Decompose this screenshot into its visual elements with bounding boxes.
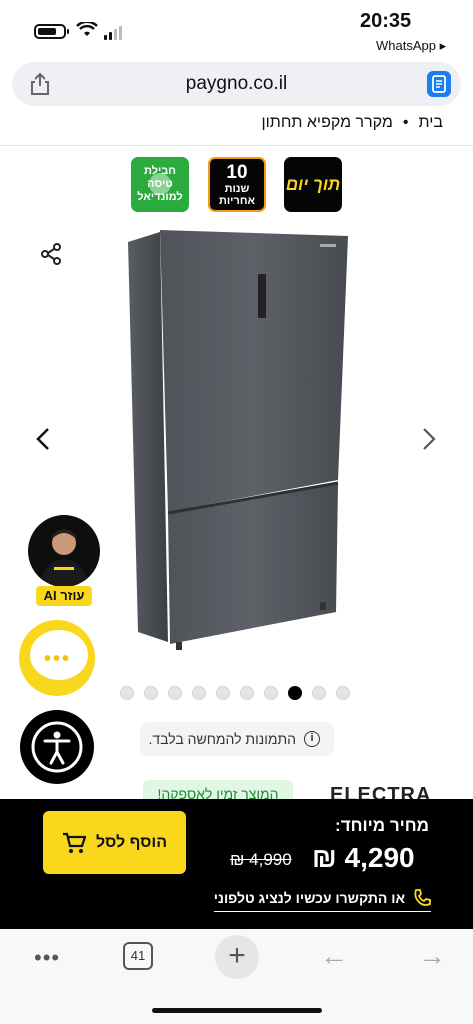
warranty-years: 10 — [226, 161, 248, 183]
badge-same-day: תוך יום — [284, 157, 342, 212]
image-disclaimer-text: התמונות להמחשה בלבד. — [148, 731, 296, 747]
share-icon[interactable] — [40, 243, 62, 265]
tabs-button[interactable]: 41 — [123, 942, 153, 970]
image-disclaimer: i התמונות להמחשה בלבד. — [140, 722, 334, 756]
back-to-app-link[interactable]: WhatsApp ▸ — [376, 38, 446, 54]
info-icon: i — [304, 731, 320, 747]
breadcrumb-separator: • — [402, 114, 409, 131]
gallery-dot[interactable] — [264, 686, 278, 700]
call-agent-text: או התקשרו עכשיו לנציג טלפוני — [213, 890, 405, 906]
home-indicator — [152, 1008, 322, 1013]
gallery-dot[interactable] — [288, 686, 302, 700]
forward-arrow-icon[interactable]: → — [418, 940, 446, 972]
product-image[interactable] — [120, 222, 360, 652]
gallery-dot[interactable] — [120, 686, 134, 700]
url-text[interactable]: paygno.co.il — [0, 73, 473, 95]
badge-same-day-label: תוך יום — [285, 174, 341, 194]
phone-icon — [414, 889, 431, 906]
chevron-left-icon[interactable] — [34, 426, 52, 452]
call-agent-link[interactable]: או התקשרו עכשיו לנציג טלפוני — [213, 889, 431, 912]
chat-dots: ••• — [44, 648, 72, 670]
signal-icon — [104, 26, 122, 40]
status-time: 20:35 — [360, 10, 412, 32]
add-to-cart-button[interactable]: הוסף לסל — [43, 811, 186, 874]
price-label: מחיר מיוחד: — [335, 816, 429, 835]
cart-icon — [62, 832, 86, 853]
gallery-dot[interactable] — [168, 686, 182, 700]
gallery-dot[interactable] — [336, 686, 350, 700]
world-line2: למונדיאל — [137, 191, 183, 203]
wifi-icon — [76, 22, 98, 36]
gallery-dot[interactable] — [144, 686, 158, 700]
gallery-dot[interactable] — [216, 686, 230, 700]
badge-world-cup: חבילת טיסה למונדיאל — [131, 157, 189, 212]
back-arrow-icon[interactable]: ← — [320, 940, 348, 972]
chevron-right-icon[interactable] — [420, 426, 438, 452]
breadcrumb-category[interactable]: מקרר מקפיא תחתון — [261, 114, 392, 132]
more-icon[interactable]: ••• — [34, 945, 60, 971]
gallery-pagination[interactable] — [120, 686, 350, 700]
divider — [0, 145, 473, 146]
ai-helper-label[interactable]: עוזר AI — [36, 586, 92, 606]
gallery-dot[interactable] — [192, 686, 206, 700]
warranty-line2: אחריות — [218, 194, 256, 207]
accessibility-icon[interactable] — [20, 710, 94, 784]
warranty-line1: שנות — [224, 182, 250, 195]
plus-icon[interactable]: + — [215, 935, 259, 979]
reader-icon[interactable] — [427, 71, 451, 97]
ai-helper-avatar[interactable] — [28, 515, 100, 587]
add-to-cart-label: הוסף לסל — [95, 833, 168, 851]
page: 20:35 WhatsApp ▸ paygno.co.il בית • מקרר… — [0, 0, 473, 1024]
gallery-dot[interactable] — [312, 686, 326, 700]
special-price: ₪ 4,290 — [312, 842, 415, 873]
battery-icon — [34, 24, 69, 39]
back-app-label: WhatsApp — [376, 38, 436, 53]
breadcrumb-home[interactable]: בית — [419, 114, 443, 132]
gallery-dot[interactable] — [240, 686, 254, 700]
badge-warranty: 10 שנות אחריות — [208, 157, 266, 212]
breadcrumb: בית • מקרר מקפיא תחתון — [261, 114, 443, 132]
old-price: ₪ 4,990 — [230, 850, 292, 869]
world-line1: חבילת טיסה — [143, 165, 177, 190]
